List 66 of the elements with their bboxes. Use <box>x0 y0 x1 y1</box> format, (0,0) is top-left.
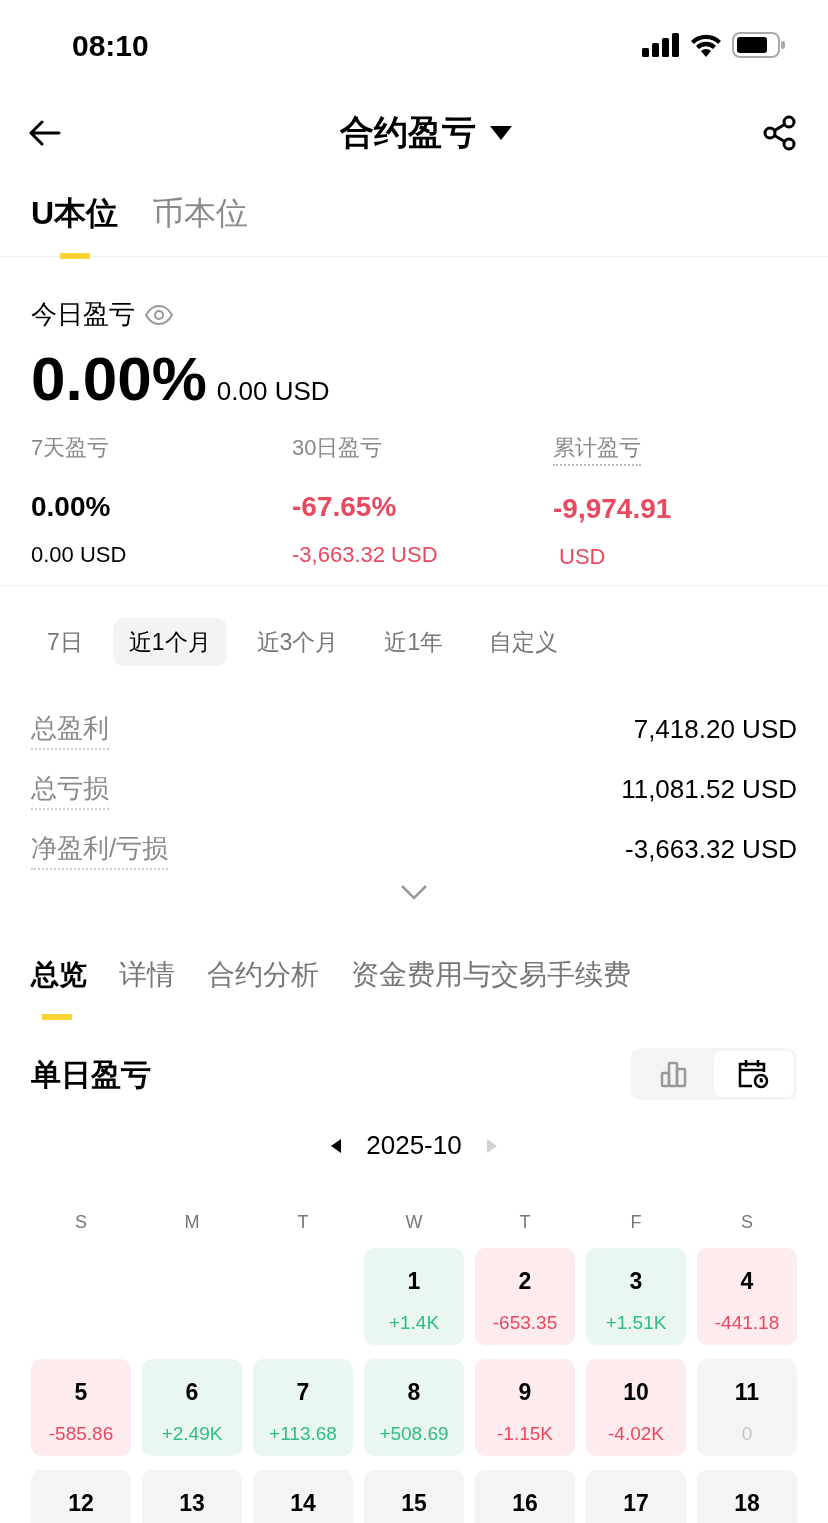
weekday-label: T <box>296 1211 310 1234</box>
status-time: 08:10 <box>72 27 149 64</box>
section-tab[interactable]: 合约分析 <box>207 954 319 1020</box>
stat-value: 0.00% <box>31 490 111 524</box>
weekday-label: W <box>404 1211 424 1234</box>
stat-label: 累计盈亏 <box>553 431 641 466</box>
stat-amount: -3,663.32 USD <box>292 541 438 569</box>
summary-value: 7,418.20 USD <box>633 712 797 746</box>
calendar-day-cell[interactable]: 13 <box>142 1470 242 1523</box>
calendar-day-cell[interactable]: 17 <box>586 1470 686 1523</box>
calendar-day-cell[interactable]: 6 +2.49K <box>142 1359 242 1456</box>
title-dropdown[interactable]: 合约盈亏 <box>340 107 512 158</box>
calendar-day-cell[interactable]: 3 +1.51K <box>586 1248 686 1345</box>
summary-label: 总盈利 <box>31 708 109 750</box>
weekday-label: M <box>183 1211 201 1234</box>
stat-label: 30日盈亏 <box>292 434 383 462</box>
summary-value: -3,663.32 USD <box>625 832 797 866</box>
stat-value: -67.65% <box>292 490 397 524</box>
caret-down-icon[interactable] <box>490 125 512 140</box>
expand-chevron-icon[interactable] <box>400 884 428 900</box>
calendar-day-cell[interactable]: 8 +508.69 <box>364 1359 464 1456</box>
calendar-day-cell[interactable]: 10 -4.02K <box>586 1359 686 1456</box>
period-tab[interactable]: 近1个月 <box>112 618 227 666</box>
section-tab[interactable]: 详情 <box>119 954 175 1020</box>
summary-label: 净盈利/亏损 <box>31 828 169 870</box>
today-pnl-label: 今日盈亏 <box>31 298 135 331</box>
section-tab[interactable]: 资金费用与交易手续费 <box>351 954 631 1020</box>
today-pnl-percent: 0.00% <box>31 348 207 410</box>
weekday-label: S <box>740 1211 754 1234</box>
account-tab[interactable]: U本位 <box>31 189 119 259</box>
summary-value: 11,081.52 USD <box>621 772 797 806</box>
period-tab[interactable]: 近3个月 <box>240 618 355 666</box>
weekday-label: F <box>629 1211 643 1234</box>
weekday-label: S <box>74 1211 88 1234</box>
stat-amount: 0.00 USD <box>31 541 127 569</box>
calendar-day-cell[interactable]: 1 +1.4K <box>364 1248 464 1345</box>
calendar-day-cell[interactable]: 5 -585.86 <box>31 1359 131 1456</box>
signal-icon <box>642 33 680 57</box>
weekday-label: T <box>518 1211 532 1234</box>
stat-value: -9,974.91 <box>553 492 672 526</box>
calendar-clock-icon[interactable] <box>738 1059 770 1089</box>
calendar-view-button[interactable] <box>714 1051 794 1097</box>
battery-icon <box>732 32 786 58</box>
period-tab[interactable]: 近1年 <box>368 618 460 666</box>
month-label: 2025-10 <box>366 1129 462 1162</box>
today-pnl-amount: 0.00 USD <box>216 375 330 408</box>
bar-chart-icon[interactable] <box>660 1060 688 1088</box>
summary-label: 总亏损 <box>31 768 109 810</box>
wifi-icon <box>690 33 722 57</box>
calendar-day-cell[interactable]: 9 -1.15K <box>475 1359 575 1456</box>
period-tab[interactable]: 自定义 <box>473 618 575 666</box>
calendar-day-cell[interactable]: 4 -441.18 <box>697 1248 797 1345</box>
calendar-day-cell[interactable]: 15 <box>364 1470 464 1523</box>
daily-pnl-title: 单日盈亏 <box>31 1056 151 1093</box>
calendar-day-cell[interactable]: 2 -653.35 <box>475 1248 575 1345</box>
calendar-day-cell[interactable]: 12 <box>31 1470 131 1523</box>
calendar-day-cell[interactable]: 14 <box>253 1470 353 1523</box>
caret-left-icon[interactable] <box>331 1138 342 1153</box>
section-tab[interactable]: 总览 <box>31 954 87 1020</box>
eye-icon[interactable] <box>145 304 173 325</box>
calendar-day-cell[interactable]: 16 <box>475 1470 575 1523</box>
stat-label: 7天盈亏 <box>31 434 110 462</box>
calendar-day-cell[interactable]: 18 <box>697 1470 797 1523</box>
calendar-day-cell[interactable]: 7 +113.68 <box>253 1359 353 1456</box>
stat-amount: USD <box>558 543 606 571</box>
period-tab[interactable]: 7日 <box>31 618 99 666</box>
